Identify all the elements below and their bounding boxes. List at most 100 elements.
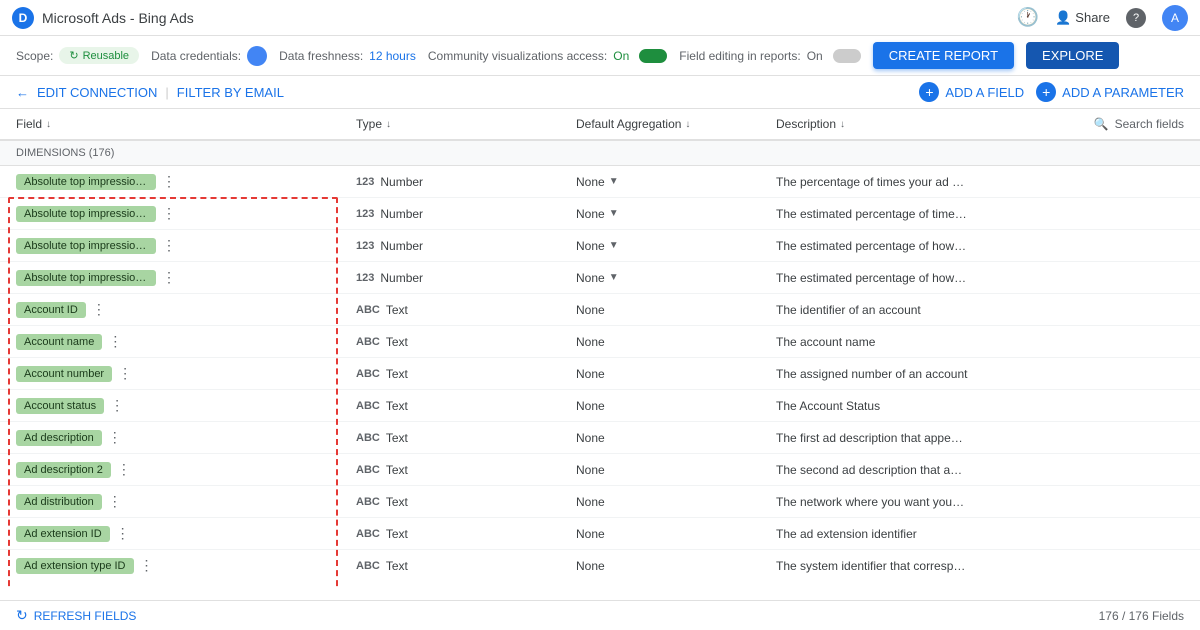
field-cell: Ad extension ID ⋮	[16, 525, 356, 542]
type-icon: ABC	[356, 432, 380, 444]
field-menu-icon[interactable]: ⋮	[162, 269, 176, 286]
desc-sort-icon[interactable]: ↓	[840, 119, 845, 130]
agg-sort-icon[interactable]: ↓	[685, 119, 690, 130]
reusable-icon: ↻	[69, 49, 78, 62]
type-icon: ABC	[356, 400, 380, 412]
aggregation-cell: None	[576, 399, 776, 413]
field-cell: Account ID ⋮	[16, 301, 356, 318]
table-row: Account ID ⋮ ABC Text None The identifie…	[0, 294, 1200, 326]
aggregation-dropdown-icon[interactable]: ▼	[609, 272, 619, 283]
field-editing-toggle[interactable]	[833, 49, 861, 63]
description-cell: The estimated percentage of how often po…	[776, 271, 984, 285]
community-value: On	[613, 49, 629, 63]
field-name-badge[interactable]: Absolute top impression ...	[16, 270, 156, 286]
type-icon: 123	[356, 272, 374, 284]
field-cell: Ad extension type ID ⋮	[16, 557, 356, 574]
field-name-badge[interactable]: Ad distribution	[16, 494, 102, 510]
aggregation-cell: None	[576, 303, 776, 317]
create-report-button[interactable]: CREATE REPORT	[873, 42, 1014, 69]
freshness-label: Data freshness:	[279, 49, 363, 63]
aggregation-dropdown-icon[interactable]: ▼	[609, 240, 619, 251]
help-icon[interactable]: ?	[1126, 8, 1146, 28]
field-name-badge[interactable]: Absolute top impression ...	[16, 238, 156, 254]
user-avatar[interactable]: A	[1162, 5, 1188, 31]
description-cell: The first ad description that appears be…	[776, 431, 984, 445]
field-menu-icon[interactable]: ⋮	[118, 365, 132, 382]
table-row: Account status ⋮ ABC Text None The Accou…	[0, 390, 1200, 422]
freshness-value[interactable]: 12 hours	[369, 49, 416, 63]
table-row: Ad extension type ID ⋮ ABC Text None The…	[0, 550, 1200, 576]
type-cell: ABC Text	[356, 303, 576, 317]
field-menu-icon[interactable]: ⋮	[140, 557, 154, 574]
field-menu-icon[interactable]: ⋮	[92, 301, 106, 318]
type-label: Text	[386, 463, 408, 477]
field-name-badge[interactable]: Account number	[16, 366, 112, 382]
aggregation-value: None	[576, 559, 605, 573]
aggregation-cell: None	[576, 527, 776, 541]
field-name-badge[interactable]: Account name	[16, 334, 102, 350]
aggregation-cell: None ▼	[576, 271, 776, 285]
type-label: Text	[386, 367, 408, 381]
community-group: Community visualizations access: On	[428, 49, 667, 63]
type-cell: ABC Text	[356, 431, 576, 445]
community-toggle[interactable]	[639, 49, 667, 63]
field-menu-icon[interactable]: ⋮	[162, 205, 176, 222]
type-cell: ABC Text	[356, 495, 576, 509]
table-row: Account number ⋮ ABC Text None The assig…	[0, 358, 1200, 390]
field-menu-icon[interactable]: ⋮	[108, 429, 122, 446]
table-row: Account name ⋮ ABC Text None The account…	[0, 326, 1200, 358]
field-menu-icon[interactable]: ⋮	[162, 237, 176, 254]
edit-connection-link[interactable]: EDIT CONNECTION	[37, 85, 157, 100]
field-name-badge[interactable]: Account status	[16, 398, 104, 414]
type-sort-icon[interactable]: ↓	[386, 119, 391, 130]
field-menu-icon[interactable]: ⋮	[116, 525, 130, 542]
field-cell: Account name ⋮	[16, 333, 356, 350]
field-cell: Account status ⋮	[16, 397, 356, 414]
aggregation-value: None	[576, 271, 605, 285]
field-name-badge[interactable]: Ad description 2	[16, 462, 111, 478]
add-field-button[interactable]: + ADD A FIELD	[919, 82, 1024, 102]
aggregation-dropdown-icon[interactable]: ▼	[609, 176, 619, 187]
field-name-badge[interactable]: Ad description	[16, 430, 102, 446]
field-menu-icon[interactable]: ⋮	[108, 333, 122, 350]
top-bar: D Microsoft Ads - Bing Ads 🕐 👤 Share ? A	[0, 0, 1200, 36]
field-menu-icon[interactable]: ⋮	[162, 173, 176, 190]
add-parameter-button[interactable]: + ADD A PARAMETER	[1036, 82, 1184, 102]
description-column-header: Description ↓	[776, 117, 984, 131]
aggregation-value: None	[576, 399, 605, 413]
aggregation-dropdown-icon[interactable]: ▼	[609, 208, 619, 219]
field-menu-icon[interactable]: ⋮	[110, 397, 124, 414]
type-label: Text	[386, 527, 408, 541]
table-header: Field ↓ Type ↓ Default Aggregation ↓ Des…	[0, 109, 1200, 141]
aggregation-value: None	[576, 239, 605, 253]
back-arrow[interactable]: ←	[16, 85, 29, 100]
type-cell: ABC Text	[356, 559, 576, 573]
field-cell: Ad description 2 ⋮	[16, 461, 356, 478]
aggregation-value: None	[576, 175, 605, 189]
description-cell: The Account Status	[776, 399, 984, 413]
filter-by-email-link[interactable]: FILTER BY EMAIL	[177, 85, 284, 100]
field-name-badge[interactable]: Absolute top impression ...	[16, 206, 156, 222]
scope-label: Scope:	[16, 49, 53, 63]
field-name-badge[interactable]: Ad extension ID	[16, 526, 110, 542]
type-label: Number	[380, 207, 423, 221]
field-name-badge[interactable]: Absolute top impression r...	[16, 174, 156, 190]
share-button[interactable]: 👤 Share	[1055, 10, 1110, 26]
refresh-fields-button[interactable]: ↻ REFRESH FIELDS	[16, 607, 136, 624]
explore-button[interactable]: EXPLORE	[1026, 42, 1119, 69]
field-editing-value: On	[807, 49, 823, 63]
history-icon[interactable]: 🕐	[1017, 7, 1039, 28]
type-icon: ABC	[356, 496, 380, 508]
field-sort-icon[interactable]: ↓	[46, 119, 51, 130]
table-row: Absolute top impression r... ⋮ 123 Numbe…	[0, 166, 1200, 198]
field-menu-icon[interactable]: ⋮	[108, 493, 122, 510]
field-editing-label: Field editing in reports:	[679, 49, 800, 63]
field-menu-icon[interactable]: ⋮	[117, 461, 131, 478]
type-cell: 123 Number	[356, 271, 576, 285]
field-name-badge[interactable]: Account ID	[16, 302, 86, 318]
table-row: Absolute top impression ... ⋮ 123 Number…	[0, 230, 1200, 262]
type-label: Text	[386, 335, 408, 349]
type-cell: ABC Text	[356, 399, 576, 413]
field-name-badge[interactable]: Ad extension type ID	[16, 558, 134, 574]
description-cell: The ad extension identifier	[776, 527, 984, 541]
